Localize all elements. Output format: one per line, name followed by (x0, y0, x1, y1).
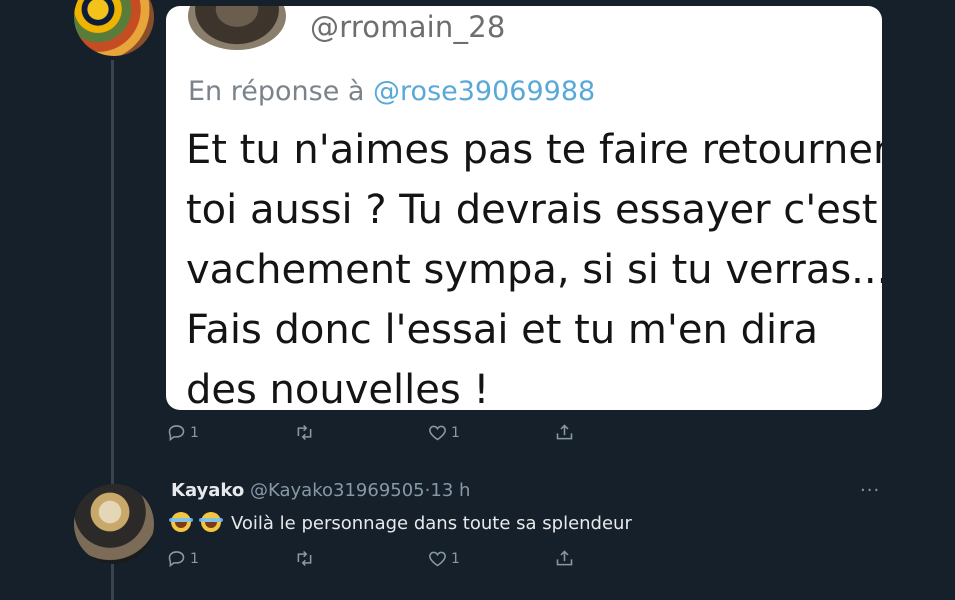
reply-count: 1 (190, 424, 199, 441)
author-name[interactable]: Kayako (171, 480, 244, 501)
quoted-tweet-line: Et tu n'aimes pas te faire retourner (186, 127, 882, 173)
retweet-button[interactable] (294, 548, 315, 569)
reply-icon (168, 551, 185, 568)
retweet-button[interactable] (294, 422, 315, 443)
like-button[interactable]: 1 (427, 548, 460, 569)
quoted-tweet-line: des nouvelles ! (186, 367, 490, 410)
quoted-tweet-line: toi aussi ? Tu devrais essayer c'est (186, 187, 878, 233)
reply-tweet-text: Voilà le personnage dans toute sa splend… (169, 512, 632, 534)
reply-text: Voilà le personnage dans toute sa splend… (231, 513, 632, 534)
like-button[interactable]: 1 (427, 422, 460, 443)
quoted-tweet-line: Fais donc l'essai et tu m'en dira (186, 307, 819, 353)
quoted-tweet-avatar (188, 6, 286, 50)
reply-tweet-header: Kayako @Kayako31969505·13 h (171, 480, 470, 501)
quoted-tweet-text: Et tu n'aimes pas te faire retourner toi… (186, 120, 882, 410)
tweet-actions: 1 1 (0, 422, 955, 452)
reply-prefix: En réponse à (188, 76, 365, 107)
reply-count: 1 (190, 550, 199, 567)
reply-mention: @rose39069988 (373, 76, 596, 107)
reply-button[interactable]: 1 (166, 548, 199, 569)
laughing-emoji-icon (199, 512, 223, 532)
reply-context: En réponse à @rose39069988 (188, 76, 595, 107)
laughing-emoji-icon (169, 512, 193, 532)
share-icon (556, 424, 573, 440)
retweet-icon (297, 550, 312, 567)
reply-icon (168, 425, 185, 442)
reply-button[interactable]: 1 (166, 422, 199, 443)
previous-tweet-avatar[interactable] (74, 0, 154, 56)
share-button[interactable] (554, 548, 575, 569)
author-handle[interactable]: @Kayako31969505 (250, 480, 425, 501)
tweet-time[interactable]: 13 h (430, 480, 470, 501)
heart-icon (429, 551, 446, 567)
share-button[interactable] (554, 422, 575, 443)
like-count: 1 (451, 550, 460, 567)
reply-tweet-actions: 1 1 (0, 548, 955, 578)
heart-icon (429, 425, 446, 441)
quoted-tweet-image[interactable]: @rromain_28 En réponse à @rose39069988 E… (166, 6, 882, 410)
retweet-icon (297, 424, 312, 441)
like-count: 1 (451, 424, 460, 441)
quoted-tweet-handle: @rromain_28 (310, 10, 506, 44)
share-icon (556, 550, 573, 566)
more-options-icon[interactable]: ··· (860, 480, 880, 501)
quoted-tweet-line: vachement sympa, si si tu verras... (186, 247, 882, 293)
